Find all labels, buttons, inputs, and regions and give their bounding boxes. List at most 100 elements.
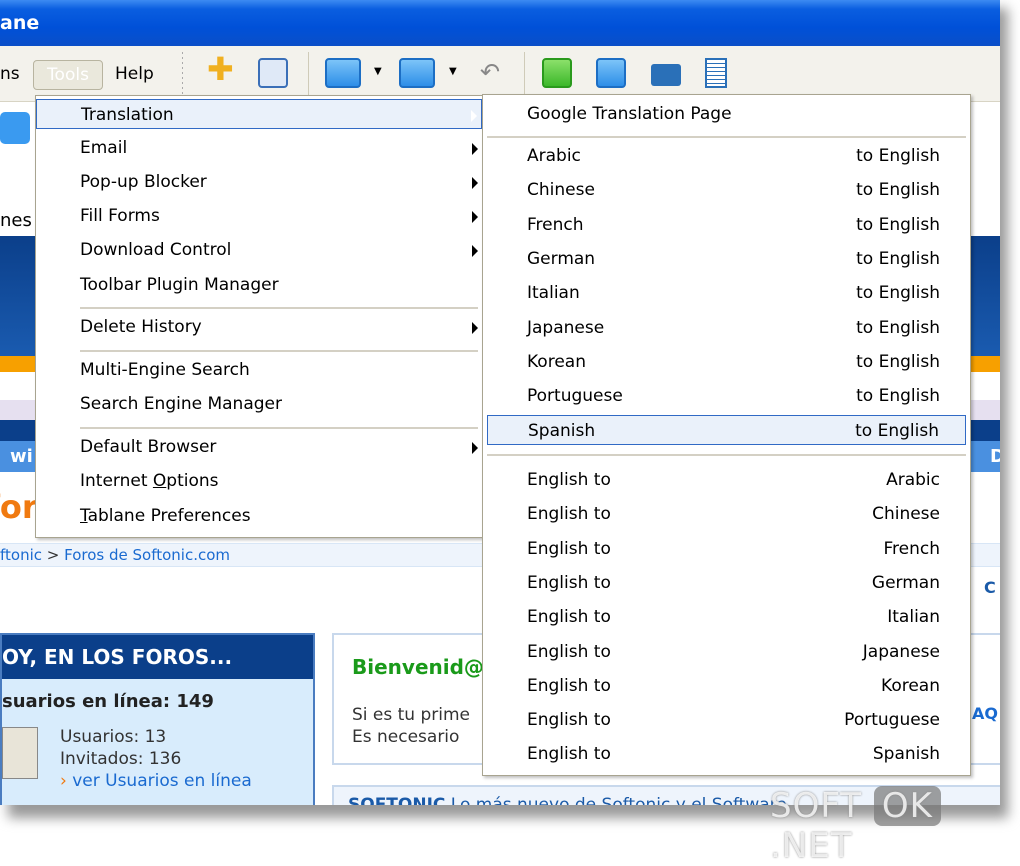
- nav-bar-text: wi: [10, 446, 33, 467]
- source-language: German: [527, 248, 596, 269]
- menu-item-english-to-japanese[interactable]: English to Japanese: [483, 637, 970, 667]
- minimize-tab-icon[interactable]: [325, 58, 361, 88]
- menu-item-english-to-spanish[interactable]: English to Spanish: [483, 739, 970, 769]
- submenu-arrow-icon: [472, 211, 478, 223]
- translation-submenu: Google Translation Page Arabic to English…: [482, 94, 971, 776]
- menu-separator: [487, 136, 966, 138]
- online-count: suarios en línea: 149: [2, 691, 214, 712]
- menu-tools[interactable]: Tools: [33, 60, 103, 90]
- tile-icon[interactable]: [399, 58, 435, 88]
- menu-item-email[interactable]: Email: [36, 133, 482, 163]
- menu-item-english-to-korean[interactable]: English to Korean: [483, 671, 970, 701]
- menu-item-english-to-arabic[interactable]: English to Arabic: [483, 465, 970, 495]
- welcome-text: Si es tu prime: [352, 705, 471, 725]
- menu-item-label: Search Engine Manager: [80, 394, 282, 414]
- nav-partial: nes: [0, 210, 32, 231]
- target-language: to English: [856, 180, 940, 201]
- menu-item-english-to-french[interactable]: English to French: [483, 534, 970, 564]
- menu-item-french-to-english[interactable]: French to English: [483, 210, 970, 240]
- softonic-text: Lo más nuevo de Softonic y el Software: [450, 795, 787, 805]
- menu-item-tablane-preferences[interactable]: Tablane Preferences: [36, 501, 482, 531]
- title-bar: ane: [0, 0, 1000, 46]
- menu-item-multi-engine-search[interactable]: Multi-Engine Search: [36, 355, 482, 385]
- right-partial: C: [984, 578, 996, 597]
- edit-icon[interactable]: [258, 58, 288, 88]
- menu-item-label: Delete History: [80, 317, 202, 337]
- menu-item-google-translation[interactable]: Google Translation Page: [483, 99, 970, 129]
- menu-item-japanese-to-english[interactable]: Japanese to English: [483, 313, 970, 343]
- breadcrumb-link[interactable]: ftonic: [0, 546, 42, 564]
- menu-item-english-to-italian[interactable]: English to Italian: [483, 602, 970, 632]
- breadcrumb-link[interactable]: Foros de Softonic.com: [64, 546, 230, 564]
- target-language: to English: [856, 386, 940, 407]
- see-users-link[interactable]: ver Usuarios en línea: [72, 771, 252, 791]
- users-count: Usuarios: 13: [60, 727, 167, 747]
- menu-item-label: Default Browser: [80, 437, 217, 457]
- browser-window: ane ns Tools Help ✚ ▼ ▼ ↶ nes wi D for f…: [0, 0, 1000, 805]
- breadcrumb-separator: >: [46, 546, 60, 564]
- source-language: English to: [527, 572, 611, 593]
- menu-item-toolbar-plugin-manager[interactable]: Toolbar Plugin Manager: [36, 270, 482, 300]
- undo-icon[interactable]: ↶: [480, 58, 500, 86]
- source-language: Arabic: [527, 146, 581, 166]
- submenu-arrow-icon: [472, 143, 478, 155]
- menu-item-internet-options[interactable]: Internet Options: [36, 466, 482, 496]
- target-language: Korean: [881, 675, 940, 696]
- add-icon[interactable]: ✚: [207, 50, 237, 88]
- menu-item-download-control[interactable]: Download Control: [36, 235, 482, 265]
- menu-item-arabic-to-english[interactable]: Arabic to English: [483, 141, 970, 171]
- menu-item-delete-history[interactable]: Delete History: [36, 312, 482, 342]
- dropdown-arrow-icon[interactable]: ▼: [449, 66, 457, 77]
- guests-count: Invitados: 136: [60, 749, 182, 769]
- source-language: English to: [527, 470, 611, 490]
- notepad-icon[interactable]: [705, 58, 727, 88]
- menu-item-english-to-portuguese[interactable]: English to Portuguese: [483, 705, 970, 735]
- menu-partial[interactable]: ns: [0, 64, 20, 84]
- toolbar-grip[interactable]: [182, 52, 183, 96]
- menu-item-italian-to-english[interactable]: Italian to English: [483, 278, 970, 308]
- faq-partial[interactable]: AQ: [972, 704, 998, 723]
- menu-item-chinese-to-english[interactable]: Chinese to English: [483, 175, 970, 205]
- menu-item-label: Fill Forms: [80, 206, 160, 226]
- forum-header: OY, EN LOS FOROS...: [2, 635, 313, 679]
- menu-item-translation[interactable]: Translation: [36, 99, 482, 129]
- source-language: Portuguese: [527, 386, 623, 407]
- menu-separator: [80, 427, 478, 429]
- menu-item-english-to-german[interactable]: English to German: [483, 568, 970, 598]
- target-language: German: [871, 572, 940, 593]
- tools-menu: Translation Email Pop-up Blocker Fill Fo…: [35, 95, 483, 538]
- users-icon: [2, 727, 38, 779]
- welcome-title: Bienvenid@: [352, 655, 484, 679]
- copy-icon[interactable]: [596, 58, 626, 88]
- clock-icon[interactable]: [542, 58, 572, 88]
- submenu-arrow-icon: [472, 177, 478, 189]
- menu-item-popup-blocker[interactable]: Pop-up Blocker: [36, 167, 482, 197]
- menu-item-label: Internet Options: [80, 471, 219, 491]
- target-language: to English: [856, 146, 940, 166]
- source-language: Chinese: [527, 180, 595, 201]
- target-language: to English: [856, 283, 940, 304]
- target-language: Spanish: [872, 744, 940, 765]
- site-logo-partial: for: [0, 488, 38, 526]
- menu-item-english-to-chinese[interactable]: English to Chinese: [483, 499, 970, 529]
- menu-item-german-to-english[interactable]: German to English: [483, 244, 970, 274]
- menu-item-label: Multi-Engine Search: [80, 360, 250, 380]
- target-language: Arabic: [886, 470, 940, 490]
- menu-item-spanish-to-english[interactable]: Spanish to English: [487, 415, 966, 446]
- nav-bar-text-right: D: [990, 446, 1000, 467]
- source-language: French: [527, 214, 584, 235]
- print-icon[interactable]: [651, 64, 681, 86]
- submenu-arrow-icon: [472, 245, 478, 257]
- menu-item-korean-to-english[interactable]: Korean to English: [483, 347, 970, 377]
- menu-item-fill-forms[interactable]: Fill Forms: [36, 201, 482, 231]
- menu-help[interactable]: Help: [115, 64, 154, 84]
- menu-item-search-engine-manager[interactable]: Search Engine Manager: [36, 389, 482, 419]
- chevron-right-icon: ›: [60, 771, 67, 791]
- dropdown-arrow-icon[interactable]: ▼: [374, 66, 382, 77]
- welcome-text: Es necesario: [352, 727, 460, 747]
- menu-item-default-browser[interactable]: Default Browser: [36, 432, 482, 462]
- menu-item-label: Translation: [81, 105, 174, 125]
- menu-item-portuguese-to-english[interactable]: Portuguese to English: [483, 381, 970, 411]
- menu-item-label: Toolbar Plugin Manager: [80, 275, 279, 295]
- submenu-arrow-icon: [471, 110, 477, 122]
